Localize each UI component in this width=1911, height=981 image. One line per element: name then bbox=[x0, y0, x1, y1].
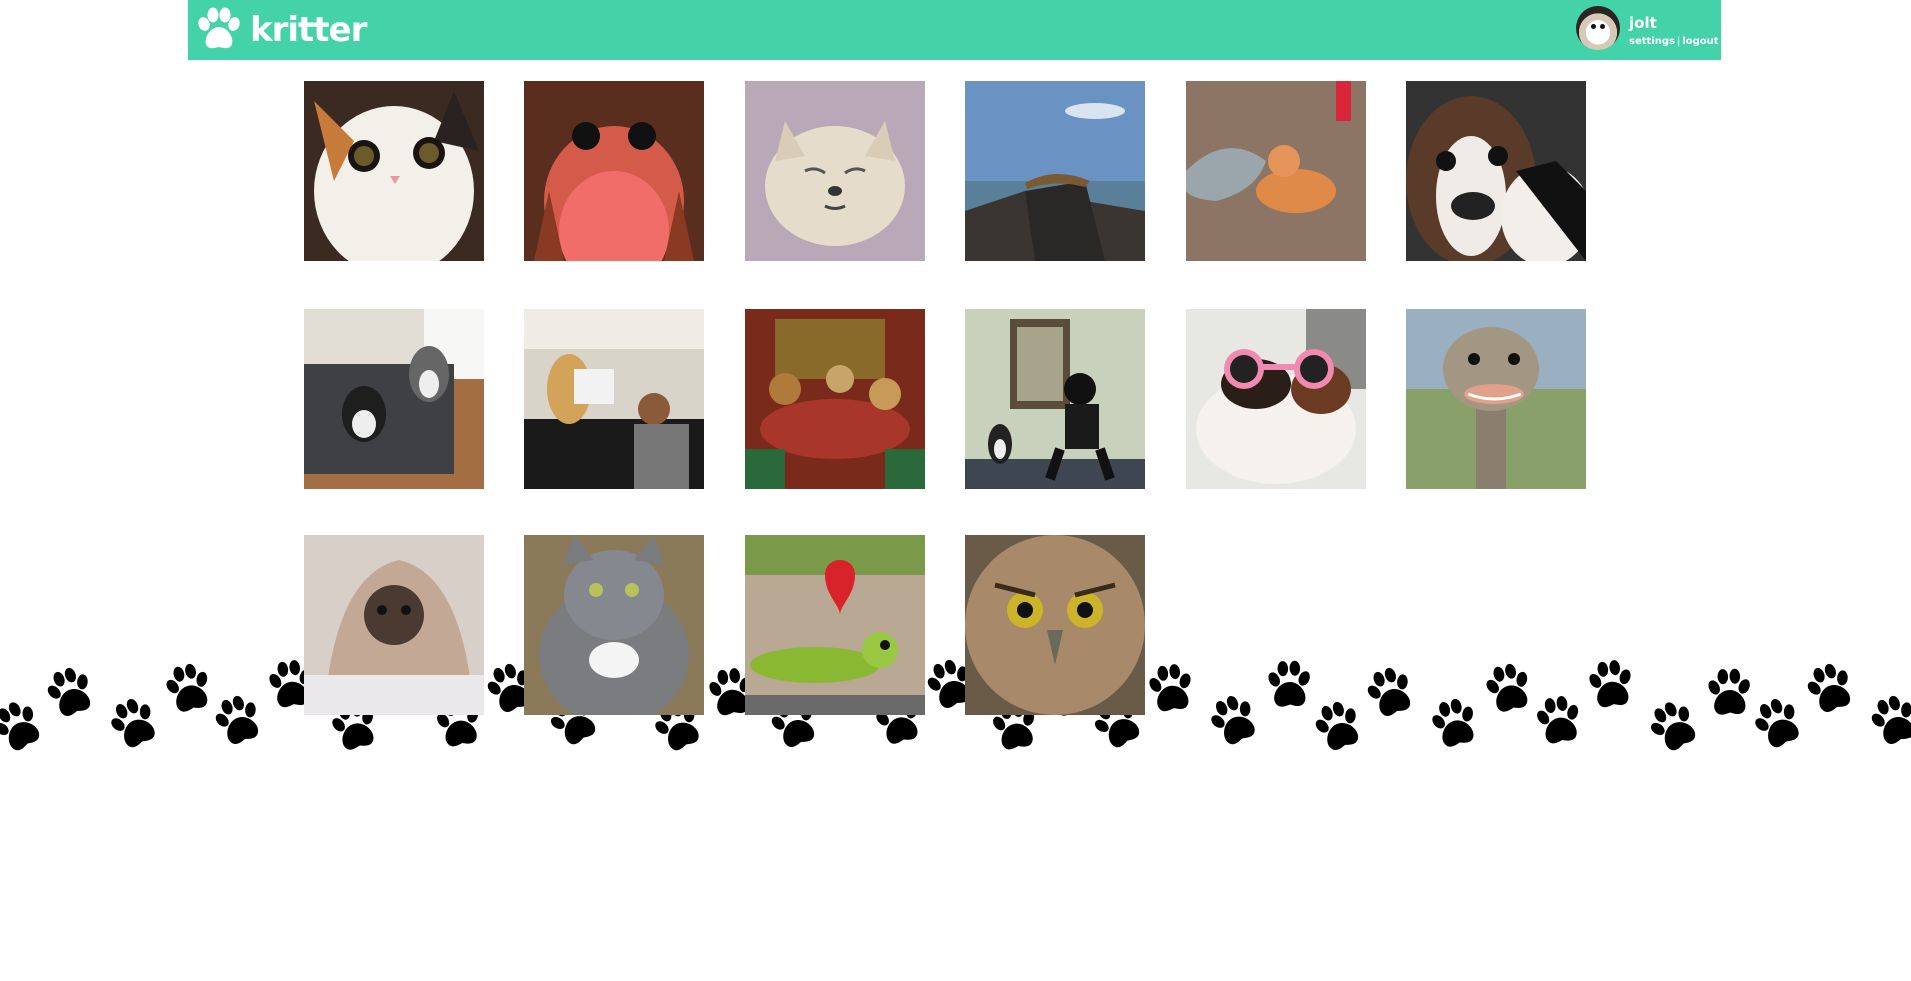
frog-image bbox=[745, 535, 925, 715]
user-avatar[interactable] bbox=[1576, 6, 1620, 50]
paw-print-icon bbox=[1360, 662, 1420, 721]
gallery-image[interactable] bbox=[1186, 81, 1366, 261]
paw-print-icon bbox=[0, 694, 49, 757]
paw-print-icon bbox=[1747, 692, 1808, 753]
paw-print-icon bbox=[1203, 689, 1264, 750]
gallery-image[interactable] bbox=[745, 309, 925, 489]
paw-print-icon bbox=[1145, 661, 1197, 714]
gallery-image[interactable] bbox=[1406, 81, 1586, 261]
brand-name: kritter bbox=[250, 10, 367, 50]
paw-print-icon bbox=[1585, 660, 1637, 710]
paw-print-border bbox=[0, 660, 1911, 757]
gallery-image[interactable] bbox=[524, 81, 704, 261]
brand-logo[interactable]: kritter bbox=[194, 6, 367, 54]
owl-image bbox=[965, 535, 1145, 715]
paw-print-icon bbox=[1426, 694, 1483, 751]
paw-print-icon bbox=[1480, 660, 1537, 716]
gallery-image[interactable] bbox=[524, 535, 704, 715]
painting-image bbox=[745, 309, 925, 489]
guinea-pig-image bbox=[1186, 309, 1366, 489]
gallery-image[interactable] bbox=[524, 309, 704, 489]
paw-print-icon bbox=[1265, 660, 1314, 708]
settings-link[interactable]: settings bbox=[1629, 36, 1675, 47]
gallery-image[interactable] bbox=[745, 535, 925, 715]
gallery-image[interactable] bbox=[1406, 309, 1586, 489]
gallery-image[interactable] bbox=[304, 81, 484, 261]
username-label: jolt bbox=[1629, 14, 1657, 32]
gallery-image[interactable] bbox=[745, 81, 925, 261]
cat-image bbox=[304, 81, 484, 261]
dog-image bbox=[1406, 81, 1586, 261]
iguana-image bbox=[965, 81, 1145, 261]
cat-image bbox=[1186, 81, 1366, 261]
gallery-image[interactable] bbox=[965, 309, 1145, 489]
user-links: settings | logout bbox=[1629, 36, 1719, 47]
dog-image bbox=[745, 81, 925, 261]
paw-print-icon bbox=[208, 690, 268, 749]
link-separator: | bbox=[1676, 36, 1681, 47]
pets-image bbox=[304, 309, 484, 489]
ostrich-image bbox=[1406, 309, 1586, 489]
paw-print-icon bbox=[1705, 668, 1754, 716]
paw-icon bbox=[198, 7, 240, 49]
paw-print-icon bbox=[1800, 660, 1860, 717]
gallery-image[interactable] bbox=[1186, 309, 1366, 489]
top-navbar: kritter jolt settings | logout bbox=[188, 0, 1721, 60]
dog-image bbox=[524, 309, 704, 489]
paw-print-icon bbox=[1532, 693, 1586, 746]
gallery-image[interactable] bbox=[304, 535, 484, 715]
gallery-image[interactable] bbox=[965, 535, 1145, 715]
paw-print-icon bbox=[40, 662, 100, 721]
logout-link[interactable]: logout bbox=[1682, 36, 1718, 47]
paw-print-icon bbox=[1641, 694, 1705, 757]
dog-image bbox=[965, 309, 1145, 489]
paw-print-icon bbox=[160, 660, 217, 716]
paw-print-icon bbox=[1864, 690, 1911, 749]
cat-image bbox=[524, 535, 704, 715]
dog-image bbox=[304, 535, 484, 715]
porg-image bbox=[524, 81, 704, 261]
paw-print-icon bbox=[1308, 696, 1368, 755]
paw-print-icon bbox=[103, 692, 164, 753]
gallery-image[interactable] bbox=[965, 81, 1145, 261]
gallery-image[interactable] bbox=[304, 309, 484, 489]
